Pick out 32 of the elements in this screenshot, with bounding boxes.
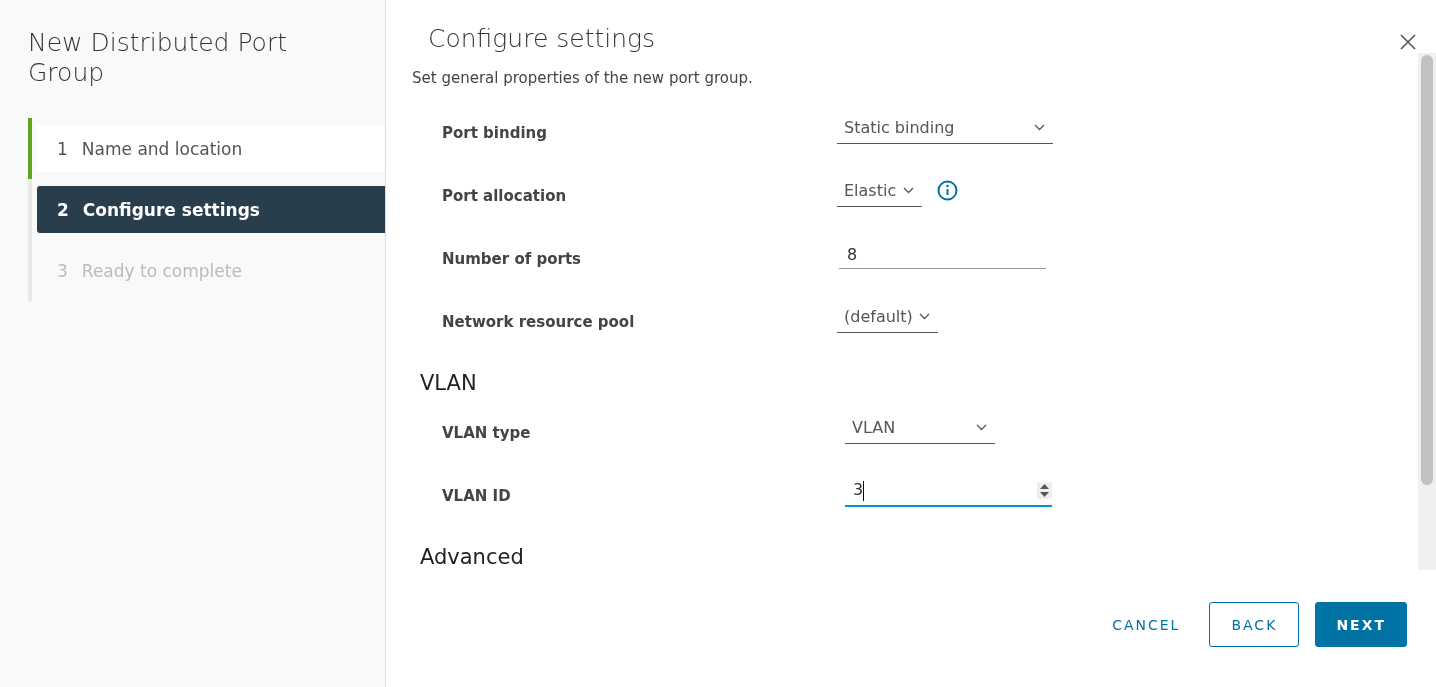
number-field[interactable]: 3 (845, 480, 1052, 507)
page-title: Configure settings (428, 24, 656, 53)
spinner-control[interactable] (1037, 482, 1052, 499)
wizard-step[interactable]: 2 Configure settings (37, 186, 385, 233)
wizard-step[interactable]: 1 Name and location (37, 125, 385, 172)
chevron-down-icon (919, 312, 930, 320)
field-label: VLAN ID (442, 486, 512, 505)
chevron-down-icon (1034, 123, 1045, 131)
close-icon (1398, 32, 1418, 52)
field-label: VLAN type (442, 423, 532, 442)
input-field[interactable]: 8 (839, 244, 1046, 269)
page-description: Set general properties of the new port group. (412, 69, 754, 87)
dropdown-select[interactable]: (default) (837, 306, 938, 333)
dropdown-select[interactable]: Static binding (837, 117, 1053, 144)
scrollbar[interactable] (1418, 53, 1436, 570)
next-button[interactable]: NEXT (1315, 602, 1407, 647)
dropdown-select[interactable]: Elastic (837, 180, 922, 207)
close-button[interactable] (1398, 32, 1418, 52)
spin-up-icon[interactable] (1040, 484, 1049, 489)
section-heading: Advanced (420, 545, 525, 569)
chevron-down-icon (903, 186, 914, 194)
chevron-down-icon (976, 423, 987, 431)
section-heading: VLAN (420, 371, 478, 395)
field-label: Number of ports (442, 249, 582, 268)
wizard-title: New Distributed Port Group (28, 28, 288, 88)
field-label: Network resource pool (442, 312, 636, 331)
info-icon[interactable] (937, 180, 958, 201)
spin-down-icon[interactable] (1040, 492, 1049, 497)
field-label: Port binding (442, 123, 548, 142)
field-label: Port allocation (442, 186, 568, 205)
dropdown-select[interactable]: VLAN (845, 417, 995, 444)
back-button[interactable]: BACK (1209, 602, 1300, 647)
